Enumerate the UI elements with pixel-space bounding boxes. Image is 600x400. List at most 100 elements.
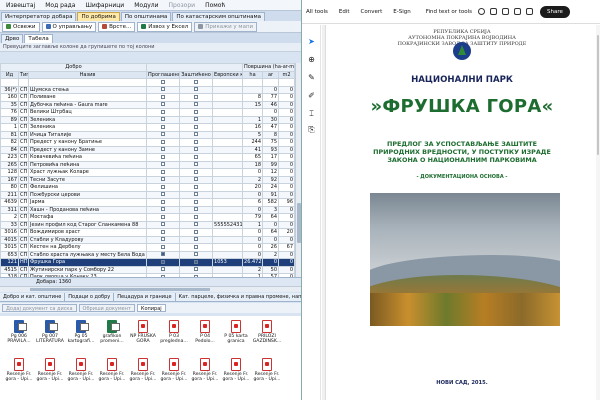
document-area[interactable]: РЕПУБЛИКА СРБИЈА АУТОНОМНА ПОКРАЈИНА ВОЈ…: [322, 25, 600, 400]
row-checkbox[interactable]: [194, 177, 199, 182]
column-header[interactable]: Назив: [27, 70, 148, 79]
table-hscroll-thumb[interactable]: [30, 288, 210, 291]
table-row[interactable]: 81 СП Ичица Титалије 5 8 0: [0, 130, 296, 139]
table-row[interactable]: 211 СП Пожбурски церови 0 91 0: [0, 190, 296, 199]
row-checkbox[interactable]: [194, 267, 199, 272]
table-row[interactable]: 4639 СП Јарма 6 582 96: [0, 198, 296, 207]
table-row[interactable]: 84 СП Предест у канону Замне 41 93 0: [0, 145, 296, 154]
row-checkbox[interactable]: [161, 184, 166, 189]
row-checkbox[interactable]: [194, 244, 199, 249]
table-row[interactable]: 4015 СП Стабли у Кладурову 0 0 0: [0, 235, 296, 244]
viewer-scrollbar[interactable]: [596, 25, 600, 400]
menu-esign[interactable]: E-Sign: [393, 9, 410, 15]
table-vertical-scrollbar[interactable]: [295, 63, 301, 277]
file-item[interactable]: PRILOZI GAZDINSK...: [252, 320, 282, 360]
row-checkbox[interactable]: [161, 199, 166, 204]
row-checkbox[interactable]: [194, 117, 199, 122]
row-checkbox[interactable]: [194, 154, 199, 159]
column-header[interactable]: Проглашено: [146, 70, 181, 79]
view-tab[interactable]: Дрво: [1, 34, 24, 43]
link-icon[interactable]: [526, 8, 534, 15]
row-checkbox[interactable]: [161, 169, 166, 174]
row-checkbox[interactable]: [194, 252, 199, 257]
file-item[interactable]: Pg 007 LITERATURA: [35, 320, 65, 360]
table-row[interactable]: 35 СП Дубочка пећина - Gaura mare 15 46 0: [0, 100, 296, 109]
file-item[interactable]: Resenje Fr. gora - Upi...: [128, 358, 158, 398]
table-row[interactable]: 167 СП Тесни Засуте 2 92 0: [0, 175, 296, 184]
pen-icon[interactable]: ✎: [307, 73, 316, 82]
file-item[interactable]: grafikon promeni...: [97, 320, 127, 360]
column-header[interactable]: Тип: [18, 70, 29, 79]
main-tab[interactable]: По општинама: [120, 12, 172, 21]
stamp-icon[interactable]: ⎘: [307, 125, 316, 134]
file-item[interactable]: Pg 006 PRAVILA...: [4, 320, 34, 360]
menu-convert[interactable]: Convert: [361, 9, 383, 15]
row-checkbox[interactable]: [161, 102, 166, 107]
row-checkbox[interactable]: [161, 192, 166, 197]
table-row[interactable]: 653 СП Стабло храста лужњака у месту Бела …: [0, 250, 296, 259]
row-checkbox[interactable]: [194, 192, 199, 197]
row-checkbox[interactable]: [161, 124, 166, 129]
row-checkbox[interactable]: [194, 109, 199, 114]
menu-item[interactable]: Помоћ: [200, 2, 230, 9]
detail-tab[interactable]: Подаци о добру: [65, 293, 115, 301]
menu-all-tools[interactable]: All tools: [306, 9, 328, 15]
print-icon[interactable]: [502, 8, 510, 15]
row-checkbox[interactable]: [194, 207, 199, 212]
row-checkbox[interactable]: [194, 162, 199, 167]
file-item[interactable]: Pg 05 kartografi...: [66, 320, 96, 360]
row-checkbox[interactable]: [161, 154, 166, 159]
file-item[interactable]: Resenje Fr. gora - Upi...: [190, 358, 220, 398]
file-item[interactable]: NP FRUSKA GORA: [128, 320, 158, 360]
row-checkbox[interactable]: [161, 237, 166, 242]
row-checkbox[interactable]: [161, 109, 166, 114]
table-row[interactable]: 1 СП Зеленика 16 47 0: [0, 123, 296, 132]
file-item[interactable]: Resenje Fr. gora - Upi...: [252, 358, 282, 398]
table-row[interactable]: 33 СП Језин профил код Старог Сланкамена 8…: [0, 220, 296, 229]
mail-icon[interactable]: [514, 8, 522, 15]
table-row[interactable]: 82 СП Предест у канону Братиње 244 75 0: [0, 138, 296, 147]
toolbar-button[interactable]: Врсте...: [98, 21, 136, 32]
row-checkbox[interactable]: [161, 222, 166, 227]
row-checkbox[interactable]: [161, 214, 166, 219]
row-checkbox[interactable]: [161, 87, 166, 92]
zoom-icon[interactable]: ⊕: [307, 55, 316, 64]
table-row[interactable]: 80 СП Фелишина 20 24 0: [0, 183, 296, 192]
row-checkbox[interactable]: [161, 147, 166, 152]
table-row[interactable]: 160 СП Поливане 8 77 0: [0, 93, 296, 102]
row-checkbox[interactable]: [194, 102, 199, 107]
detail-tab[interactable]: Пецадура и границе: [114, 293, 176, 301]
file-item[interactable]: P 05 karta granicа: [221, 320, 251, 360]
menu-item[interactable]: Модули: [129, 2, 163, 9]
row-checkbox[interactable]: [161, 267, 166, 272]
row-checkbox[interactable]: [194, 79, 199, 84]
table-scroll-thumb[interactable]: [297, 203, 301, 243]
file-item[interactable]: Resenje Fr. gora - Upi...: [221, 358, 251, 398]
notification-icon[interactable]: [490, 8, 498, 15]
file-item[interactable]: Resenje Fr. gora - Upi...: [66, 358, 96, 398]
main-tab[interactable]: Интерпретатор добара: [1, 12, 77, 21]
menu-edit[interactable]: Edit: [339, 9, 350, 15]
toolbar-button[interactable]: О управљању: [41, 21, 97, 32]
table-row[interactable]: 2 СП Мостафа 79 64 0: [0, 213, 296, 222]
table-row[interactable]: 223 СП Ковачевића пећина 65 17 0: [0, 153, 296, 162]
row-checkbox[interactable]: [161, 132, 166, 137]
table-row[interactable]: 3016 СП Вождимиров храст 0 64 20: [0, 228, 296, 237]
row-checkbox[interactable]: [161, 117, 166, 122]
row-checkbox[interactable]: [194, 169, 199, 174]
column-header[interactable]: Европски код: [212, 70, 244, 79]
column-header[interactable]: m2: [278, 70, 296, 79]
file-item[interactable]: Resenje Fr. gora - Upi...: [35, 358, 65, 398]
group-header-good[interactable]: Добро: [0, 63, 148, 72]
main-tab[interactable]: По катастарским општинама: [172, 12, 266, 21]
find-text-search[interactable]: Find text or tools: [426, 9, 472, 15]
column-header[interactable]: ha: [242, 70, 264, 79]
table-row[interactable]: 311 СП Хашн - Продановa пећина 0 3 0: [0, 205, 296, 214]
group-by-hint[interactable]: Превуците заглавље колоне да групишете п…: [0, 43, 301, 52]
view-tab[interactable]: Табела: [24, 34, 53, 43]
group-header-area[interactable]: Површина (ha-ar-m2): [242, 63, 296, 72]
menu-item[interactable]: Извештај: [1, 2, 40, 9]
file-item[interactable]: Resenje Fr. gora - Upi...: [159, 358, 189, 398]
row-checkbox[interactable]: [161, 162, 166, 167]
attachment-action-button[interactable]: Додај документ са диска: [2, 304, 77, 312]
